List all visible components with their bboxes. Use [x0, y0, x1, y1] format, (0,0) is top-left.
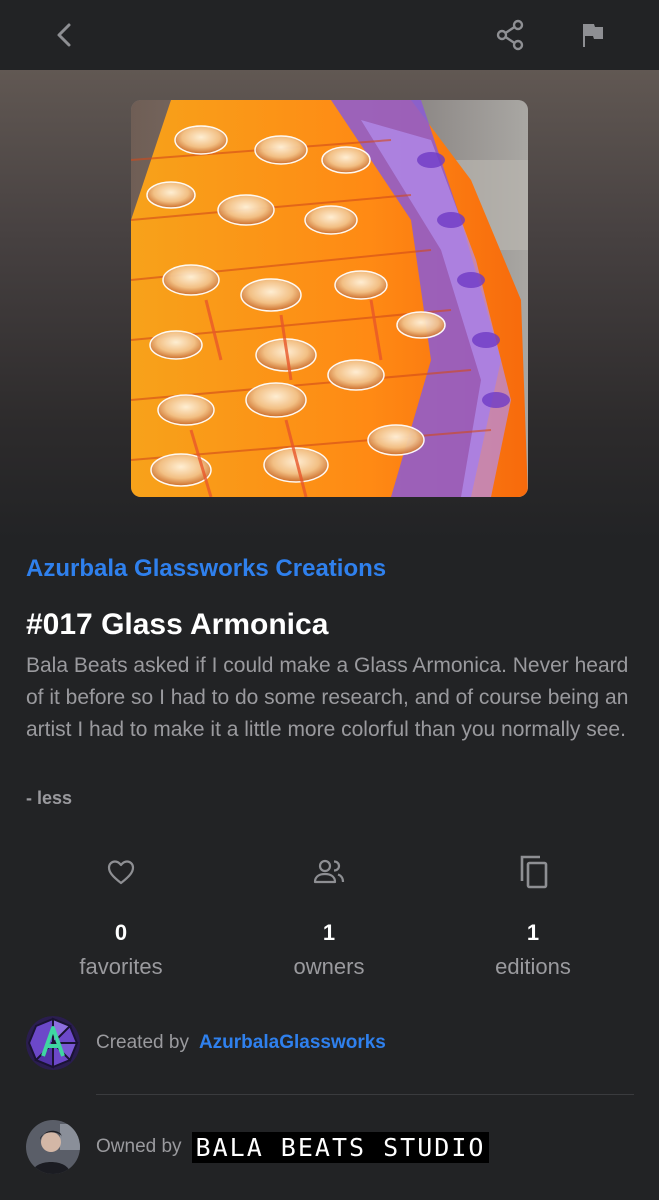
collection-link[interactable]: Azurbala Glassworks Creations: [26, 555, 386, 583]
owner-name-link[interactable]: BALA BEATS STUDIO: [191, 1131, 490, 1163]
created-by-label: Created by: [96, 1032, 189, 1053]
back-button[interactable]: [47, 17, 83, 53]
creator-avatar-image: [26, 1016, 80, 1070]
favorites-count: 0: [114, 920, 128, 945]
editions-label: editions: [495, 954, 571, 979]
owners-icon: [313, 859, 345, 884]
creator-avatar[interactable]: [26, 1016, 80, 1070]
creator-name-link[interactable]: AzurbalaGlassworks: [199, 1032, 386, 1054]
owner-row[interactable]: Owned by BALA BEATS STUDIO: [26, 1120, 490, 1174]
share-button[interactable]: [492, 17, 528, 53]
owned-by-label: Owned by: [96, 1136, 182, 1157]
heart-icon: [107, 860, 135, 885]
flag-icon: [583, 24, 603, 47]
glass-armonica-artwork: [131, 100, 528, 497]
stat-editions[interactable]: 1 editions: [438, 850, 628, 980]
nft-artwork-image[interactable]: [131, 100, 528, 497]
owner-avatar[interactable]: [26, 1120, 80, 1174]
favorites-label: favorites: [79, 954, 163, 979]
stat-owners[interactable]: 1 owners: [234, 850, 424, 980]
nft-title: #017 Glass Armonica: [26, 608, 329, 641]
stat-favorites[interactable]: 0 favorites: [26, 850, 216, 980]
divider: [96, 1094, 634, 1095]
creator-row[interactable]: Created by AzurbalaGlassworks: [26, 1016, 386, 1070]
show-less-toggle[interactable]: - less: [26, 788, 72, 809]
top-bar: [0, 0, 659, 70]
owner-avatar-image: [26, 1120, 80, 1174]
owners-count: 1: [322, 920, 336, 945]
report-button[interactable]: [575, 17, 611, 53]
chevron-left-icon: [57, 23, 71, 47]
editions-count: 1: [526, 920, 540, 945]
copies-icon: [520, 855, 548, 889]
owners-label: owners: [293, 954, 365, 979]
share-icon: [496, 19, 524, 51]
nft-description: Bala Beats asked if I could make a Glass…: [26, 654, 629, 741]
